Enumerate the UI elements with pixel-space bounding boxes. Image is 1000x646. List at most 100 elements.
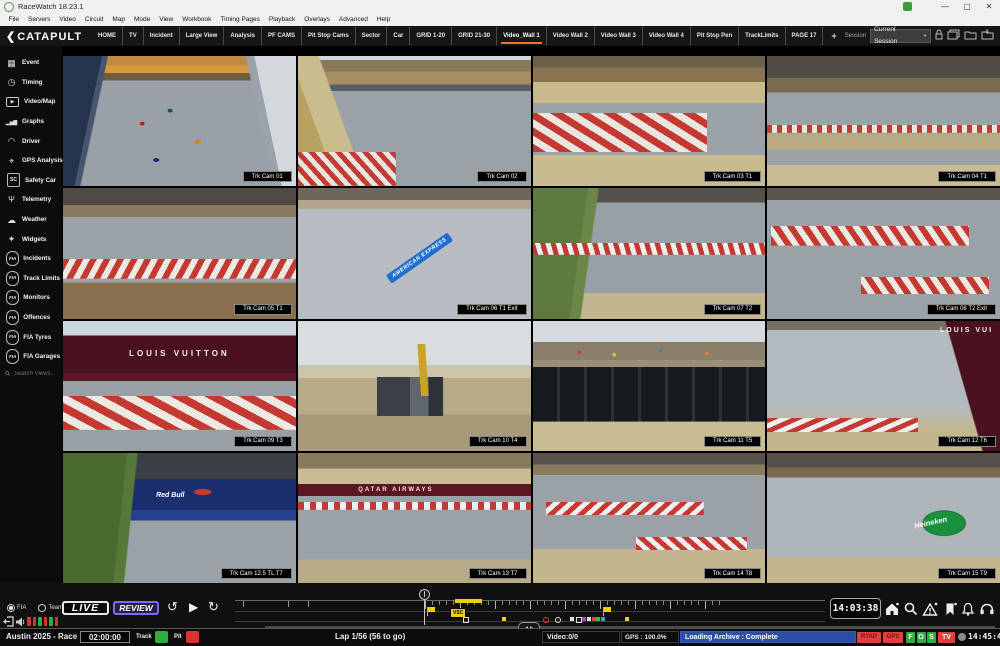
- skip-back-10-button[interactable]: ↺: [167, 599, 178, 615]
- speaker-icon[interactable]: [16, 617, 25, 627]
- camera-feed-05[interactable]: Trk Cam 05 T1: [63, 188, 296, 318]
- tab-pit-stop-cams[interactable]: Pit Stop Cams: [302, 27, 356, 45]
- sidebar-item-video-map[interactable]: ▶Video/Map: [0, 92, 62, 112]
- sidebar-item-gps-analysis[interactable]: GPS Analysis: [0, 151, 62, 171]
- calendar-icon: [4, 58, 19, 68]
- menu-view[interactable]: View: [155, 16, 178, 23]
- fia-icon: FIA: [6, 251, 19, 266]
- sidebar-item-fia-garages[interactable]: FIAFIA Garages: [0, 347, 62, 367]
- camera-feed-16[interactable]: HeinekenTrk Cam 15 T9: [767, 453, 1000, 583]
- incident-warning-icon[interactable]: [922, 601, 938, 617]
- sidebar-item-timing[interactable]: Timing: [0, 73, 62, 93]
- tab-video-wall-2[interactable]: Video Wall 2: [547, 27, 595, 45]
- tab-sector[interactable]: Sector: [356, 27, 388, 45]
- tab-incident[interactable]: Incident: [144, 27, 180, 45]
- sidebar-item-weather[interactable]: Weather: [0, 210, 62, 230]
- camera-feed-10[interactable]: Trk Cam 10 T4: [298, 321, 531, 451]
- close-button[interactable]: ✕: [978, 2, 1000, 11]
- camera-feed-04[interactable]: Trk Cam 04 T1: [767, 56, 1000, 186]
- menu-timing-pages[interactable]: Timing Pages: [216, 16, 265, 23]
- menu-mode[interactable]: Mode: [129, 16, 154, 23]
- bookmark-icon[interactable]: [942, 601, 958, 617]
- bell-icon[interactable]: [960, 601, 976, 617]
- flag-s-badge: S: [927, 632, 936, 643]
- sidebar-item-label: Safety Car: [25, 177, 56, 184]
- search-views-input[interactable]: [12, 370, 62, 378]
- camera-feed-15[interactable]: Trk Cam 14 T8: [533, 453, 766, 583]
- tab-tv[interactable]: TV: [123, 27, 144, 45]
- home-icon[interactable]: [884, 601, 900, 617]
- sidebar-item-telemetry[interactable]: Telemetry: [0, 190, 62, 210]
- menu-video[interactable]: Video: [55, 16, 81, 23]
- session-dropdown[interactable]: Current Session▼: [870, 29, 931, 43]
- camera-feed-13[interactable]: Red BullTrk Cam 12.5 TL T7: [63, 453, 296, 583]
- save-session-icon[interactable]: [981, 27, 994, 45]
- menu-advanced[interactable]: Advanced: [334, 16, 372, 23]
- headset-icon[interactable]: [979, 601, 995, 617]
- menu-servers[interactable]: Servers: [23, 16, 54, 23]
- tab-video-wall-1[interactable]: Video_Wall 1: [497, 27, 547, 45]
- sidebar-item-label: Event: [22, 59, 39, 66]
- sidebar-item-driver[interactable]: Driver: [0, 131, 62, 151]
- cascade-windows-icon[interactable]: [947, 27, 960, 45]
- camera-feed-07[interactable]: Trk Cam 07 T2: [533, 188, 766, 318]
- camera-feed-11[interactable]: Trk Cam 11 T5: [533, 321, 766, 451]
- minimize-button[interactable]: —: [934, 2, 956, 11]
- sidebar-item-fia-tyres[interactable]: FIAFIA Tyres: [0, 327, 62, 347]
- search-icon[interactable]: [903, 601, 919, 617]
- event-marker: [543, 617, 549, 623]
- tab-grid-21-30[interactable]: GRID 21-30: [452, 27, 497, 45]
- tab-video-wall-4[interactable]: Video Wall 4: [643, 27, 691, 45]
- skip-forward-10-button[interactable]: ↻: [208, 599, 219, 615]
- camera-feed-09[interactable]: LOUIS VUITTONTrk Cam 09 T3: [63, 321, 296, 451]
- review-button[interactable]: REVIEW: [113, 601, 159, 615]
- tab-grid-1-20[interactable]: GRID 1-20: [410, 27, 452, 45]
- menu-workbook[interactable]: Workbook: [178, 16, 216, 23]
- menu-map[interactable]: Map: [108, 16, 130, 23]
- lock-icon[interactable]: [935, 27, 943, 45]
- maximize-button[interactable]: ▢: [956, 2, 978, 11]
- camera-feed-03[interactable]: Trk Cam 03 T1: [533, 56, 766, 186]
- source-fia-radio[interactable]: FIA: [7, 604, 26, 612]
- tab-page-17[interactable]: PAGE 17: [786, 27, 824, 45]
- tab-analysis[interactable]: Analysis: [224, 27, 262, 45]
- tab-tracklimits[interactable]: TrackLimits: [739, 27, 785, 45]
- menu-overlays[interactable]: Overlays: [300, 16, 335, 23]
- exit-icon[interactable]: [3, 616, 14, 627]
- open-folder-icon[interactable]: [964, 27, 977, 45]
- sidebar-item-offences[interactable]: FIAOffences: [0, 308, 62, 328]
- camera-feed-08[interactable]: Trk Cam 08 T2 Exit: [767, 188, 1000, 318]
- live-button[interactable]: LIVE: [62, 601, 109, 615]
- tab-home[interactable]: HOME: [92, 27, 123, 45]
- playhead-knob[interactable]: [419, 589, 430, 600]
- camera-feed-14[interactable]: QATAR AIRWAYSTrk Cam 13 T7: [298, 453, 531, 583]
- tab-car[interactable]: Car: [387, 27, 410, 45]
- sidebar-item-monitors[interactable]: FIAMonitors: [0, 288, 62, 308]
- menu-file[interactable]: File: [4, 16, 23, 23]
- camera-label: Trk Cam 15 T9: [938, 568, 996, 579]
- camera-feed-12[interactable]: LOUIS VUITrk Cam 12 T6: [767, 321, 1000, 451]
- pit-status-red: [186, 631, 199, 643]
- menu-help[interactable]: Help: [372, 16, 394, 23]
- tab-large-view[interactable]: Large View: [180, 27, 225, 45]
- sidebar-item-graphs[interactable]: Graphs: [0, 112, 62, 132]
- sidebar-item-safety-car[interactable]: SCSafety Car: [0, 171, 62, 191]
- camera-feed-02[interactable]: Trk Cam 02: [298, 56, 531, 186]
- camera-label: Trk Cam 12.5 TL T7: [221, 568, 292, 579]
- tab-video-wall-3[interactable]: Video Wall 3: [595, 27, 643, 45]
- event-marker: [463, 617, 469, 623]
- sidebar-item-label: Widgets: [22, 236, 46, 243]
- sidebar-item-track-limits[interactable]: FIATrack Limits: [0, 269, 62, 289]
- tab-pf-cams[interactable]: PF CAMS: [262, 27, 302, 45]
- menu-playback[interactable]: Playback: [264, 16, 299, 23]
- menu-circuit[interactable]: Circuit: [80, 16, 107, 23]
- camera-feed-01[interactable]: Trk Cam 01: [63, 56, 296, 186]
- sidebar-item-widgets[interactable]: Widgets: [0, 229, 62, 249]
- sidebar-item-event[interactable]: Event: [0, 53, 62, 73]
- sidebar-item-incidents[interactable]: FIAIncidents: [0, 249, 62, 269]
- camera-feed-06[interactable]: AMERICAN EXPRESSTrk Cam 06 T1 Exit: [298, 188, 531, 318]
- camera-label: Trk Cam 09 T3: [234, 436, 292, 447]
- play-button[interactable]: ▶: [189, 599, 198, 615]
- tab-pit-stop-pen[interactable]: Pit Stop Pen: [691, 27, 739, 45]
- add-tab-button[interactable]: +: [823, 31, 844, 41]
